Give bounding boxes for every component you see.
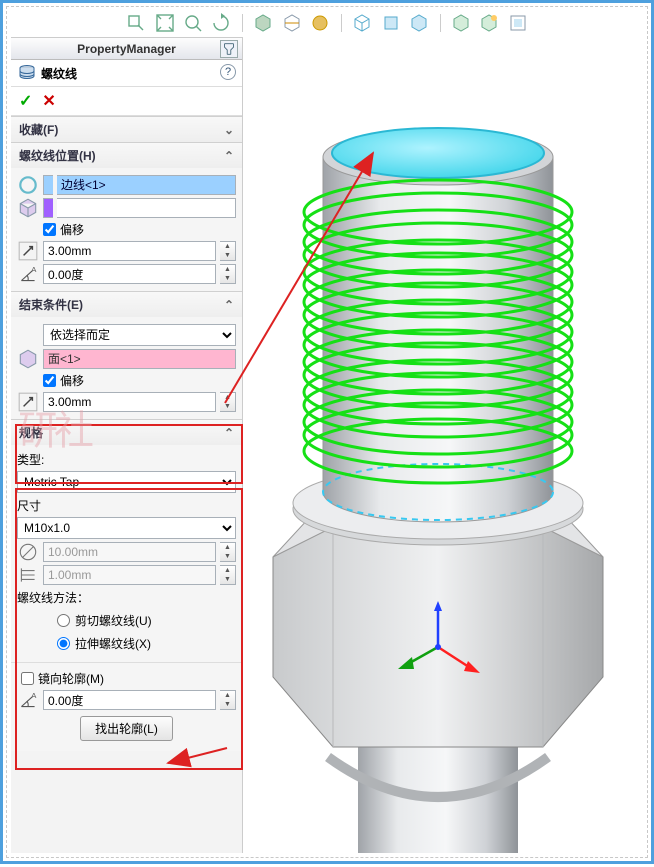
section-icon[interactable] bbox=[282, 13, 302, 33]
section-favorites[interactable]: 收藏(F) ⌄ bbox=[11, 116, 242, 142]
end-condition-label: 结束条件(E) bbox=[19, 296, 83, 313]
property-manager-panel: PropertyManager 螺纹线 ? ✓ ✕ 收藏(F) ⌄ bbox=[11, 37, 243, 853]
pitch-icon bbox=[17, 565, 39, 585]
help-icon[interactable]: ? bbox=[220, 64, 236, 80]
offset-reverse-icon-2[interactable] bbox=[17, 392, 39, 412]
pm-scroll: 收藏(F) ⌄ 螺纹线位置(H) ⌃ 边线<1> bbox=[11, 116, 242, 853]
offset-checkbox-1[interactable]: 偏移 bbox=[43, 221, 236, 238]
pin-icon[interactable] bbox=[220, 40, 238, 58]
view-front-icon[interactable] bbox=[381, 13, 401, 33]
zoom-window-icon[interactable] bbox=[126, 13, 146, 33]
method-cut-radio[interactable]: 剪切螺纹线(U) bbox=[57, 612, 236, 629]
section-thread-position[interactable]: 螺纹线位置(H) ⌃ bbox=[11, 142, 242, 168]
rotate-icon[interactable] bbox=[211, 13, 231, 33]
graphics-viewport[interactable] bbox=[243, 37, 643, 853]
rotation-angle-icon: A bbox=[17, 690, 39, 710]
offset-value-1[interactable] bbox=[43, 241, 216, 261]
pitch bbox=[43, 565, 216, 585]
thread-position-label: 螺纹线位置(H) bbox=[19, 147, 96, 164]
svg-text:A: A bbox=[31, 265, 37, 274]
display-style-icon[interactable] bbox=[253, 13, 273, 33]
start-face-icon bbox=[17, 198, 39, 218]
offset-checkbox-2[interactable]: 偏移 bbox=[43, 372, 236, 389]
end-face-selection[interactable]: 面<1> bbox=[43, 349, 236, 369]
spec-label: 规格 bbox=[19, 424, 43, 441]
chevron-up-icon: ⌃ bbox=[224, 298, 234, 312]
thread-type-combo[interactable]: Metric Tap bbox=[17, 471, 236, 493]
mirror-checkbox[interactable]: 镜向轮廓(M) bbox=[21, 670, 236, 687]
major-diameter bbox=[43, 542, 216, 562]
spec-type-label: 类型: bbox=[17, 451, 236, 468]
svg-text:A: A bbox=[31, 691, 37, 700]
angle-icon: A bbox=[17, 264, 39, 284]
pm-title: PropertyManager bbox=[77, 42, 176, 56]
zoom-fit-icon[interactable] bbox=[155, 13, 175, 33]
chevron-up-icon: ⌃ bbox=[224, 426, 234, 440]
rotation-angle[interactable] bbox=[43, 690, 216, 710]
chevron-down-icon: ⌄ bbox=[224, 123, 234, 137]
feature-name: 螺纹线 bbox=[41, 65, 77, 82]
spinner-icon[interactable]: ▲▼ bbox=[220, 542, 236, 562]
section-spec[interactable]: 规格 ⌃ bbox=[11, 419, 242, 445]
thread-size-combo[interactable]: M10x1.0 bbox=[17, 517, 236, 539]
view-toolbar bbox=[11, 11, 643, 37]
spinner-icon[interactable]: ▲▼ bbox=[220, 241, 236, 261]
appearance-icon[interactable] bbox=[451, 13, 471, 33]
chevron-up-icon: ⌃ bbox=[224, 149, 234, 163]
edge-icon bbox=[17, 175, 39, 195]
find-profile-button[interactable]: 找出轮廓(L) bbox=[80, 716, 173, 741]
spinner-icon[interactable]: ▲▼ bbox=[220, 392, 236, 412]
zoom-area-icon[interactable] bbox=[183, 13, 203, 33]
section-end-condition[interactable]: 结束条件(E) ⌃ bbox=[11, 291, 242, 317]
spinner-icon[interactable]: ▲▼ bbox=[220, 264, 236, 284]
favorites-label: 收藏(F) bbox=[19, 121, 58, 138]
scene-icon[interactable] bbox=[310, 13, 330, 33]
method-extrude-radio[interactable]: 拉伸螺纹线(X) bbox=[57, 635, 236, 652]
cancel-button[interactable]: ✕ bbox=[42, 91, 55, 111]
start-face-selection[interactable] bbox=[57, 198, 236, 218]
ok-cancel-bar: ✓ ✕ bbox=[11, 87, 242, 116]
view-orient-icon[interactable] bbox=[352, 13, 372, 33]
feature-header: 螺纹线 ? bbox=[11, 60, 242, 87]
spec-size-label: 尺寸 bbox=[17, 497, 236, 514]
spinner-icon[interactable]: ▲▼ bbox=[220, 565, 236, 585]
render-icon[interactable] bbox=[479, 13, 499, 33]
config-icon[interactable] bbox=[508, 13, 528, 33]
face-icon bbox=[17, 349, 39, 369]
offset-value-2[interactable] bbox=[43, 392, 216, 412]
method-label: 螺纹线方法： bbox=[17, 589, 236, 606]
edge-selection[interactable]: 边线<1> bbox=[57, 175, 236, 195]
ok-button[interactable]: ✓ bbox=[19, 91, 32, 111]
hide-show-icon[interactable] bbox=[409, 13, 429, 33]
spinner-icon[interactable]: ▲▼ bbox=[220, 690, 236, 710]
thread-feature-icon bbox=[17, 64, 37, 82]
start-angle[interactable] bbox=[43, 264, 216, 284]
diameter-icon bbox=[17, 542, 39, 562]
offset-reverse-icon[interactable] bbox=[17, 241, 39, 261]
pm-title-bar: PropertyManager bbox=[11, 38, 242, 60]
end-condition-type[interactable]: 依选择而定 bbox=[43, 324, 236, 346]
